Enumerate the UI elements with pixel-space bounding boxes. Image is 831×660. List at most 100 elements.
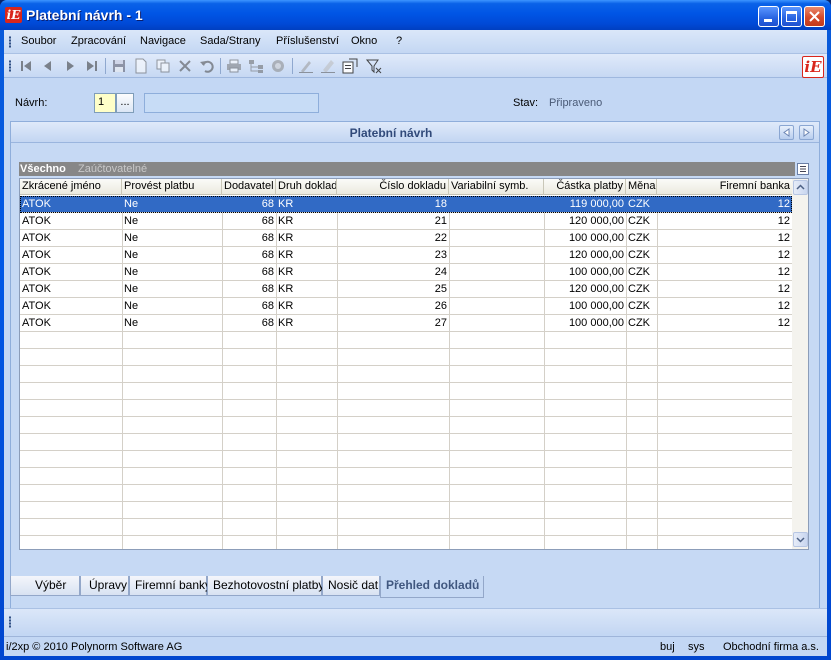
new-document-icon[interactable] <box>133 58 149 74</box>
cell-currency[interactable]: CZK <box>626 298 657 314</box>
cell-company-bank[interactable]: 12 <box>657 298 792 314</box>
tab-vyber[interactable]: Výběr <box>10 576 80 596</box>
title-bar[interactable]: iE Platební návrh - 1 <box>0 0 831 30</box>
cell-company-bank[interactable]: 12 <box>657 264 792 280</box>
cell-document-type[interactable]: KR <box>276 196 337 212</box>
cell-company-bank[interactable]: 12 <box>657 196 792 212</box>
edit-icon[interactable] <box>298 58 314 74</box>
maximize-button[interactable] <box>781 6 802 27</box>
cell-currency[interactable]: CZK <box>626 315 657 331</box>
first-record-icon[interactable] <box>18 58 34 74</box>
tab-upravy[interactable]: Úpravy <box>80 576 129 596</box>
menu-okno[interactable]: Okno <box>351 35 377 47</box>
cell-execute-payment[interactable]: Ne <box>122 264 222 280</box>
cell-variable-symbol[interactable] <box>449 315 544 331</box>
tab-firemni-banky[interactable]: Firemní banky <box>129 576 211 596</box>
empty-table-row[interactable] <box>20 366 792 383</box>
tab-bezhotovostni-platby[interactable]: Bezhotovostní platby <box>207 576 324 596</box>
table-row[interactable]: ATOK Ne 68 KR 18 119 000,00 CZK 12 <box>20 196 792 213</box>
menu-soubor[interactable]: Soubor <box>21 35 56 47</box>
scroll-up-button[interactable] <box>793 180 808 195</box>
empty-table-row[interactable] <box>20 502 792 519</box>
empty-table-row[interactable] <box>20 332 792 349</box>
cell-variable-symbol[interactable] <box>449 213 544 229</box>
close-button[interactable] <box>804 6 825 27</box>
cell-document-number[interactable]: 25 <box>337 281 449 297</box>
cell-payment-amount[interactable]: 119 000,00 <box>544 196 626 212</box>
last-record-icon[interactable] <box>84 58 100 74</box>
cell-short-name[interactable]: ATOK <box>20 247 122 263</box>
col-header-execute-payment[interactable]: Provést platbu <box>122 179 222 195</box>
undo-icon[interactable] <box>199 58 215 74</box>
table-row[interactable]: ATOK Ne 68 KR 25 120 000,00 CZK 12 <box>20 281 792 298</box>
cell-short-name[interactable]: ATOK <box>20 230 122 246</box>
col-header-payment-amount[interactable]: Částka platby <box>544 179 626 195</box>
empty-table-row[interactable] <box>20 485 792 502</box>
cell-document-type[interactable]: KR <box>276 230 337 246</box>
cell-variable-symbol[interactable] <box>449 230 544 246</box>
print-icon[interactable] <box>226 58 242 74</box>
col-header-short-name[interactable]: Zkrácené jméno <box>20 179 122 195</box>
cell-execute-payment[interactable]: Ne <box>122 196 222 212</box>
filter-icon[interactable] <box>366 58 382 74</box>
cell-short-name[interactable]: ATOK <box>20 298 122 314</box>
cell-document-type[interactable]: KR <box>276 213 337 229</box>
cell-payment-amount[interactable]: 100 000,00 <box>544 298 626 314</box>
copy-icon[interactable] <box>155 58 171 74</box>
cell-document-number[interactable]: 18 <box>337 196 449 212</box>
cell-short-name[interactable]: ATOK <box>20 315 122 331</box>
col-header-document-type[interactable]: Druh doklad <box>276 179 337 195</box>
cell-payment-amount[interactable]: 100 000,00 <box>544 264 626 280</box>
tab-prehled-dokladu[interactable]: Přehled dokladů <box>380 576 484 598</box>
empty-table-row[interactable] <box>20 434 792 451</box>
panel-next-button[interactable] <box>799 125 814 140</box>
cell-supplier[interactable]: 68 <box>222 281 276 297</box>
cell-document-type[interactable]: KR <box>276 315 337 331</box>
cell-document-number[interactable]: 26 <box>337 298 449 314</box>
navrh-lookup-button[interactable]: ... <box>116 93 134 113</box>
cell-supplier[interactable]: 68 <box>222 264 276 280</box>
cell-document-type[interactable]: KR <box>276 298 337 314</box>
menu-help[interactable]: ? <box>396 35 402 47</box>
cell-variable-symbol[interactable] <box>449 264 544 280</box>
cell-payment-amount[interactable]: 120 000,00 <box>544 247 626 263</box>
cell-execute-payment[interactable]: Ne <box>122 281 222 297</box>
col-header-currency[interactable]: Měna <box>626 179 657 195</box>
cell-company-bank[interactable]: 12 <box>657 247 792 263</box>
cell-company-bank[interactable]: 12 <box>657 213 792 229</box>
cell-short-name[interactable]: ATOK <box>20 264 122 280</box>
cell-execute-payment[interactable]: Ne <box>122 315 222 331</box>
prev-record-icon[interactable] <box>40 58 56 74</box>
scroll-down-button[interactable] <box>793 532 808 547</box>
table-row[interactable]: ATOK Ne 68 KR 22 100 000,00 CZK 12 <box>20 230 792 247</box>
next-record-icon[interactable] <box>62 58 78 74</box>
grid-vertical-scrollbar[interactable] <box>792 179 808 549</box>
cell-execute-payment[interactable]: Ne <box>122 213 222 229</box>
tree-icon[interactable] <box>248 58 264 74</box>
cell-document-number[interactable]: 27 <box>337 315 449 331</box>
empty-table-row[interactable] <box>20 349 792 366</box>
col-header-company-bank[interactable]: Firemní banka <box>657 179 792 195</box>
empty-table-row[interactable] <box>20 400 792 417</box>
toolbar-grip-icon[interactable] <box>9 60 11 72</box>
menu-sada-strany[interactable]: Sada/Strany <box>200 35 261 47</box>
cell-company-bank[interactable]: 12 <box>657 281 792 297</box>
cell-payment-amount[interactable]: 100 000,00 <box>544 315 626 331</box>
cell-currency[interactable]: CZK <box>626 247 657 263</box>
cell-currency[interactable]: CZK <box>626 281 657 297</box>
table-row[interactable]: ATOK Ne 68 KR 27 100 000,00 CZK 12 <box>20 315 792 332</box>
command-grip-icon[interactable] <box>9 616 11 628</box>
empty-table-row[interactable] <box>20 383 792 400</box>
cell-supplier[interactable]: 68 <box>222 196 276 212</box>
cell-document-number[interactable]: 21 <box>337 213 449 229</box>
empty-table-row[interactable] <box>20 519 792 536</box>
cell-payment-amount[interactable]: 120 000,00 <box>544 281 626 297</box>
cell-short-name[interactable]: ATOK <box>20 281 122 297</box>
cell-payment-amount[interactable]: 120 000,00 <box>544 213 626 229</box>
cell-execute-payment[interactable]: Ne <box>122 230 222 246</box>
col-header-variable-symbol[interactable]: Variabilní symb. <box>449 179 544 195</box>
cell-short-name[interactable]: ATOK <box>20 213 122 229</box>
cell-supplier[interactable]: 68 <box>222 230 276 246</box>
cell-payment-amount[interactable]: 100 000,00 <box>544 230 626 246</box>
edit-all-icon[interactable] <box>320 58 336 74</box>
